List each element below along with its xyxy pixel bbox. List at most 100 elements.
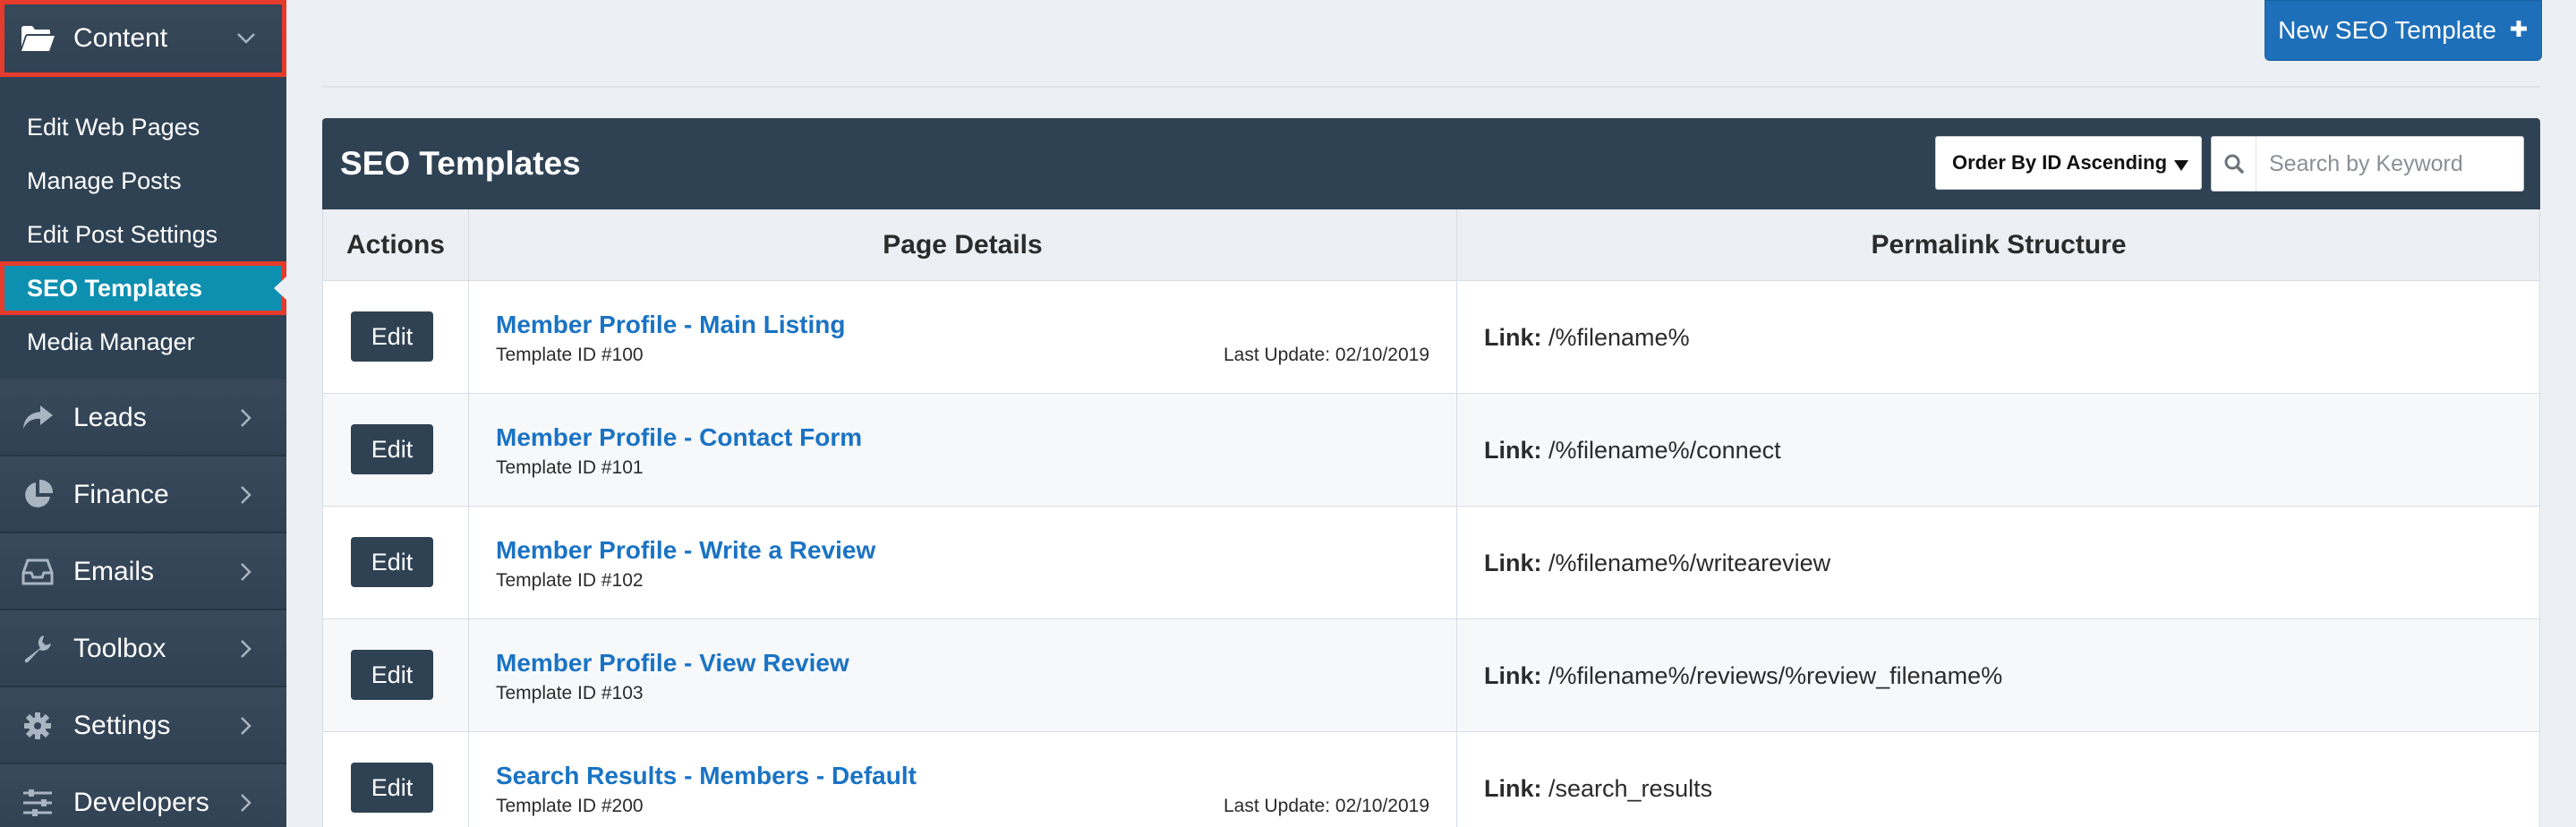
actions-cell: Edit	[323, 394, 469, 506]
sidebar-section-emails[interactable]: Emails	[0, 533, 286, 610]
sidebar-section-label: Leads	[73, 403, 147, 432]
sidebar-item-label: SEO Templates	[27, 274, 203, 302]
actions-cell: Edit	[323, 507, 469, 618]
order-by-select[interactable]: Order By ID Ascending	[1935, 136, 2202, 190]
sidebar-section-label: Finance	[73, 480, 169, 509]
sidebar-section-leads[interactable]: Leads	[0, 379, 286, 456]
sidebar-section-developers[interactable]: Developers	[0, 764, 286, 827]
template-id: Template ID #101	[496, 457, 644, 478]
sidebar-section-settings[interactable]: Settings	[0, 687, 286, 764]
share-arrow-icon	[20, 401, 55, 435]
template-name-link[interactable]: Member Profile - View Review	[496, 648, 849, 678]
sidebar-item-edit-web-pages[interactable]: Edit Web Pages	[0, 100, 286, 154]
column-header-page-details: Page Details	[469, 209, 1457, 281]
permalink: Link: /%filename%/writeareview	[1484, 548, 1830, 578]
sidebar-item-seo-templates[interactable]: SEO Templates	[0, 261, 286, 315]
table-header: Actions Page Details Permalink Structure	[322, 209, 2540, 281]
link-value: /%filename%/reviews/%review_filename%	[1541, 662, 2003, 689]
sidebar-section-content[interactable]: Content	[0, 0, 286, 77]
column-header-permalink: Permalink Structure	[1871, 230, 2127, 260]
edit-button[interactable]: Edit	[351, 537, 433, 587]
last-update: Last Update: 02/10/2019	[1223, 345, 1429, 365]
edit-button[interactable]: Edit	[351, 650, 433, 700]
permalink-cell: Link: /%filename%/connect	[1457, 394, 2540, 506]
table-row: Edit Member Profile - View Review Templa…	[322, 619, 2540, 732]
permalink-cell: Link: /%filename%/writeareview	[1457, 507, 2540, 618]
plus-icon	[2509, 16, 2529, 45]
sliders-icon	[20, 786, 55, 820]
order-by-value: Order By ID Ascending	[1952, 151, 2168, 174]
edit-button[interactable]: Edit	[351, 424, 433, 474]
panel-title: SEO Templates	[340, 145, 581, 182]
sidebar-section-toolbox[interactable]: Toolbox	[0, 610, 286, 687]
chevron-right-icon	[236, 480, 256, 510]
link-label: Link:	[1484, 550, 1542, 576]
page-details-cell: Member Profile - Write a Review Template…	[469, 507, 1457, 618]
divider	[322, 86, 2540, 88]
sidebar-section-label: Developers	[73, 788, 209, 817]
search-box	[2211, 136, 2524, 192]
sidebar-item-edit-post-settings[interactable]: Edit Post Settings	[0, 208, 286, 261]
table-row: Edit Search Results - Members - Default …	[322, 732, 2540, 827]
folder-open-icon	[20, 21, 55, 55]
edit-button[interactable]: Edit	[351, 311, 433, 362]
template-id: Template ID #100	[496, 345, 644, 365]
permalink: Link: /search_results	[1484, 773, 1712, 804]
app-window: Content Edit Web Pages Manage Posts Edit…	[0, 0, 2576, 827]
sidebar-item-label: Edit Post Settings	[27, 220, 218, 248]
chevron-right-icon	[236, 557, 256, 587]
chevron-down-icon	[236, 23, 256, 54]
edit-button[interactable]: Edit	[351, 763, 433, 813]
template-name-link[interactable]: Search Results - Members - Default	[496, 761, 917, 791]
actions-cell: Edit	[323, 281, 469, 393]
link-label: Link:	[1484, 324, 1542, 351]
permalink: Link: /%filename%	[1484, 322, 1690, 353]
actions-cell: Edit	[323, 619, 469, 731]
sidebar-section-finance[interactable]: Finance	[0, 456, 286, 533]
chevron-right-icon	[236, 403, 256, 433]
sidebar-item-media-manager[interactable]: Media Manager	[0, 315, 286, 369]
page-details-cell: Search Results - Members - Default Templ…	[469, 732, 1457, 827]
table-row: Edit Member Profile - Contact Form Templ…	[322, 394, 2540, 507]
sidebar-item-manage-posts[interactable]: Manage Posts	[0, 154, 286, 208]
pie-chart-icon	[20, 478, 55, 512]
permalink: Link: /%filename%/connect	[1484, 435, 1781, 465]
column-header-actions: Actions	[323, 209, 469, 281]
sidebar-section-label: Toolbox	[73, 634, 166, 663]
sidebar-item-label: Edit Web Pages	[27, 113, 200, 141]
caret-down-icon	[2174, 160, 2188, 171]
new-seo-template-button[interactable]: New SEO Template	[2265, 0, 2542, 61]
search-input[interactable]	[2258, 139, 2518, 189]
seo-templates-panel: SEO Templates Order By ID Ascending Acti…	[322, 118, 2540, 827]
sidebar-section-label: Emails	[73, 557, 155, 586]
link-label: Link:	[1484, 662, 1542, 689]
search-icon	[2212, 137, 2256, 191]
panel-header: SEO Templates Order By ID Ascending	[322, 118, 2540, 209]
chevron-right-icon	[236, 788, 256, 818]
chevron-right-icon	[236, 634, 256, 664]
gear-icon	[20, 709, 55, 743]
sidebar: Content Edit Web Pages Manage Posts Edit…	[0, 0, 286, 827]
link-value: /%filename%/connect	[1541, 437, 1781, 464]
permalink: Link: /%filename%/reviews/%review_filena…	[1484, 661, 2002, 691]
template-name-link[interactable]: Member Profile - Contact Form	[496, 422, 862, 453]
sidebar-section-label: Content	[73, 23, 168, 53]
page-details-cell: Member Profile - Contact Form Template I…	[469, 394, 1457, 506]
permalink-cell: Link: /%filename%/reviews/%review_filena…	[1457, 619, 2540, 731]
sidebar-section-label: Settings	[73, 711, 171, 740]
template-name-link[interactable]: Member Profile - Main Listing	[496, 310, 845, 340]
link-value: /%filename%/writeareview	[1541, 550, 1831, 576]
template-id: Template ID #103	[496, 683, 644, 703]
template-id: Template ID #200	[496, 796, 644, 816]
table-row: Edit Member Profile - Main Listing Templ…	[322, 281, 2540, 394]
table-row: Edit Member Profile - Write a Review Tem…	[322, 507, 2540, 619]
chevron-right-icon	[236, 711, 256, 741]
link-value: /%filename%	[1541, 324, 1690, 351]
permalink-cell: Link: /search_results	[1457, 732, 2540, 827]
last-update: Last Update: 02/10/2019	[1223, 796, 1429, 816]
template-name-link[interactable]: Member Profile - Write a Review	[496, 535, 875, 566]
inbox-icon	[20, 555, 55, 589]
link-label: Link:	[1484, 775, 1542, 802]
table-body: Edit Member Profile - Main Listing Templ…	[322, 281, 2540, 827]
link-value: /search_results	[1541, 775, 1713, 802]
